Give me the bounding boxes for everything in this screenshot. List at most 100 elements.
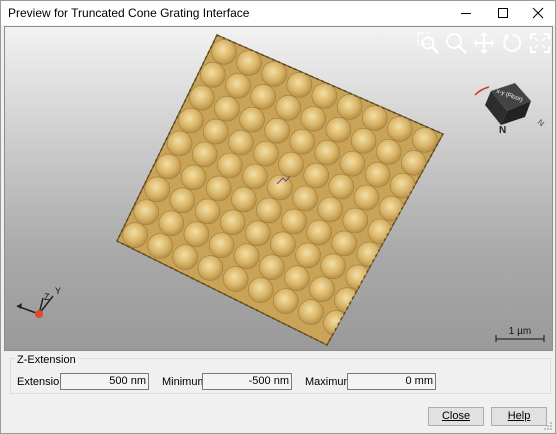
z-extension-group-label: Z-Extension <box>15 354 78 366</box>
truncated-cone <box>205 175 232 202</box>
truncated-cone <box>264 117 290 144</box>
minimum-field[interactable]: -500 nm <box>202 373 292 390</box>
truncated-cone <box>155 153 182 180</box>
truncated-cone <box>211 39 237 65</box>
truncated-cone <box>275 95 302 121</box>
truncated-cone <box>350 128 377 154</box>
extension-label: Extension <box>17 376 66 388</box>
truncated-cone <box>256 197 282 224</box>
title-bar: Preview for Truncated Cone Grating Inter… <box>1 1 555 25</box>
truncated-cone <box>177 107 204 134</box>
cube-north-label: N <box>499 125 506 136</box>
zoom-icon[interactable] <box>444 31 468 55</box>
truncated-cone <box>325 117 352 143</box>
truncated-cone <box>214 95 240 122</box>
truncated-cone <box>328 173 355 200</box>
truncated-cone <box>306 219 332 246</box>
maximize-button[interactable] <box>485 1 521 25</box>
truncated-cone <box>317 196 344 223</box>
rotate-icon[interactable] <box>500 31 524 55</box>
truncated-cone <box>323 310 349 336</box>
help-button[interactable]: Help <box>491 407 547 426</box>
truncated-cone <box>133 199 159 225</box>
truncated-cone <box>172 244 199 270</box>
truncated-cone <box>314 139 341 166</box>
truncated-cone <box>367 218 394 245</box>
pan-icon[interactable] <box>472 31 496 55</box>
truncated-cone <box>361 105 388 131</box>
truncated-cone <box>284 265 310 291</box>
extension-field[interactable]: 500 nm <box>60 373 149 390</box>
truncated-cone <box>331 230 358 257</box>
orientation-cube-icon[interactable]: x-y (Floor) N N <box>471 77 553 137</box>
truncated-cone <box>353 184 380 211</box>
truncated-cone <box>122 222 148 248</box>
truncated-cone <box>386 116 413 142</box>
truncated-cone <box>320 253 346 280</box>
truncated-cone <box>292 185 318 212</box>
close-button[interactable]: Close <box>428 407 484 426</box>
minimum-label: Minimum <box>162 376 207 388</box>
truncated-cone <box>236 50 262 76</box>
truncated-cone <box>245 220 271 247</box>
maximum-field[interactable]: 0 mm <box>347 373 436 390</box>
truncated-cone <box>311 83 338 109</box>
minimize-button[interactable] <box>448 1 484 25</box>
preview-window: Preview for Truncated Cone Grating Inter… <box>0 0 556 434</box>
resize-grip-icon[interactable] <box>544 422 552 430</box>
truncated-cone <box>197 255 224 281</box>
truncated-cone <box>303 162 330 189</box>
truncated-cone <box>336 94 363 120</box>
truncated-cone <box>247 277 274 303</box>
truncated-cone <box>412 127 438 153</box>
truncated-cone <box>233 243 260 269</box>
truncated-cone <box>144 176 171 203</box>
truncated-cone <box>342 207 369 234</box>
truncated-cone <box>270 231 296 258</box>
truncated-cone <box>147 233 173 259</box>
truncated-cone <box>295 242 321 269</box>
truncated-cone <box>242 163 268 190</box>
axis-triad-icon: Y Z <box>16 286 61 318</box>
truncated-cone <box>298 299 324 325</box>
close-window-button[interactable] <box>520 1 556 25</box>
truncated-cone <box>267 174 293 201</box>
truncated-cone <box>345 264 372 291</box>
scale-bar-label: 1 µm <box>509 326 531 337</box>
truncated-cone <box>364 161 391 188</box>
truncated-cone <box>217 152 243 179</box>
cone-grating-surface <box>116 34 445 346</box>
truncated-cone <box>191 141 218 168</box>
truncated-cone <box>250 84 276 110</box>
truncated-cone <box>375 139 402 165</box>
truncated-cone <box>289 128 316 155</box>
truncated-cone <box>158 210 185 236</box>
maximum-label: Maximum <box>305 376 353 388</box>
truncated-cone <box>309 276 335 303</box>
zoom-window-icon[interactable] <box>416 31 440 55</box>
truncated-cone <box>166 130 193 157</box>
truncated-cone <box>253 140 279 167</box>
truncated-cone <box>169 187 196 214</box>
truncated-cone <box>180 164 207 191</box>
triad-y-label: Y <box>55 286 61 296</box>
cube-axis-label: N <box>536 118 546 129</box>
truncated-cone <box>258 254 285 280</box>
truncated-cone <box>183 221 210 247</box>
3d-preview-viewport[interactable]: x-y (Floor) N N Y Z 1 µm <box>4 26 553 351</box>
truncated-cone <box>208 232 235 258</box>
truncated-cone <box>300 106 327 132</box>
triad-z-label: Z <box>44 292 50 302</box>
truncated-cone <box>189 84 215 111</box>
fit-view-icon[interactable] <box>528 31 552 55</box>
truncated-cone <box>356 241 383 268</box>
truncated-cone <box>272 288 299 314</box>
truncated-cone <box>200 61 226 88</box>
window-title: Preview for Truncated Cone Grating Inter… <box>8 6 250 20</box>
truncated-cone <box>222 266 249 292</box>
truncated-cone <box>278 151 304 178</box>
truncated-cone <box>231 186 257 213</box>
truncated-cone <box>228 129 254 156</box>
truncated-cone <box>286 72 313 98</box>
scale-bar: 1 µm <box>495 326 545 342</box>
